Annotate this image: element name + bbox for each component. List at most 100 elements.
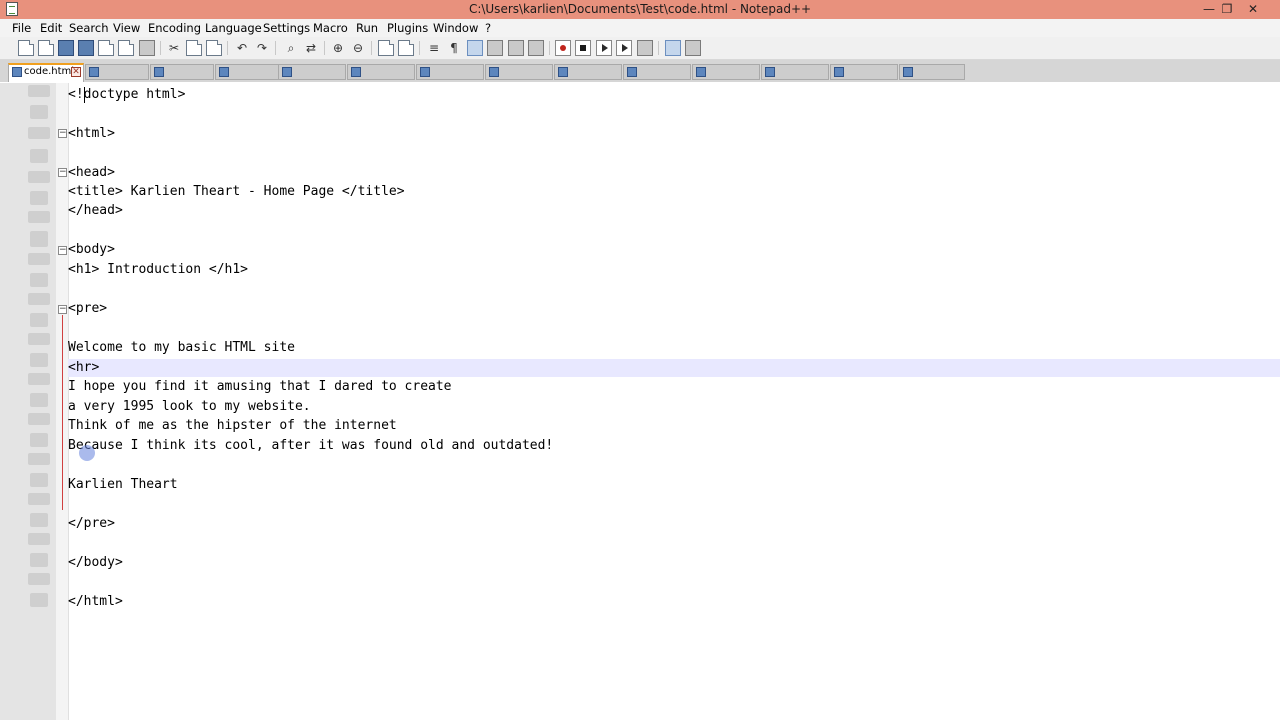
- file-icon: [154, 67, 164, 77]
- toolbar-separator: [324, 41, 325, 55]
- tab-bar: code.html ✕: [0, 60, 1280, 82]
- macro-play-icon[interactable]: [596, 40, 612, 56]
- menu-edit[interactable]: Edit: [40, 21, 62, 35]
- macro-stop-icon[interactable]: [575, 40, 591, 56]
- code-line-25[interactable]: </body>: [68, 553, 123, 572]
- word-wrap-icon[interactable]: ≡: [426, 40, 442, 56]
- code-line-5[interactable]: <head>: [68, 163, 115, 182]
- tab-inactive[interactable]: [899, 64, 965, 80]
- tab-inactive[interactable]: [85, 64, 149, 80]
- tab-inactive[interactable]: [278, 64, 346, 80]
- macro-save-icon[interactable]: [637, 40, 653, 56]
- editor-area[interactable]: − − − − <!doctype html> <html> <head> <t…: [0, 83, 1280, 720]
- cut-icon[interactable]: ✂: [166, 40, 182, 56]
- code-line-16[interactable]: I hope you find it amusing that I dared …: [68, 377, 452, 396]
- spell-check-icon[interactable]: [665, 40, 681, 56]
- code-line-9[interactable]: <body>: [68, 240, 115, 259]
- indent-guide-icon[interactable]: [467, 40, 483, 56]
- toolbar-separator: [275, 41, 276, 55]
- close-window-button[interactable]: ✕: [1240, 1, 1266, 17]
- code-line-15[interactable]: <hr>: [68, 358, 99, 377]
- toolbar-separator: [419, 41, 420, 55]
- macro-run-multiple-icon[interactable]: [616, 40, 632, 56]
- replace-icon[interactable]: ⇄: [303, 40, 319, 56]
- print-icon[interactable]: [139, 40, 155, 56]
- copy-icon[interactable]: [186, 40, 202, 56]
- menu-run[interactable]: Run: [356, 21, 378, 35]
- code-line-12[interactable]: <pre>: [68, 299, 107, 318]
- file-icon: [558, 67, 568, 77]
- fold-toggle-pre[interactable]: −: [58, 305, 67, 314]
- menu-file[interactable]: File: [12, 21, 31, 35]
- tab-close-icon[interactable]: ✕: [71, 67, 81, 77]
- paste-icon[interactable]: [206, 40, 222, 56]
- sync-vertical-icon[interactable]: [378, 40, 394, 56]
- code-line-21[interactable]: Karlien Theart: [68, 475, 178, 494]
- menu-view[interactable]: View: [113, 21, 140, 35]
- file-icon: [627, 67, 637, 77]
- code-line-18[interactable]: Think of me as the hipster of the intern…: [68, 416, 397, 435]
- menu-encoding[interactable]: Encoding: [148, 21, 201, 35]
- code-line-6[interactable]: <title> Karlien Theart - Home Page </tit…: [68, 182, 405, 201]
- code-line-7[interactable]: </head>: [68, 201, 123, 220]
- tab-inactive[interactable]: [215, 64, 279, 80]
- file-icon: [282, 67, 292, 77]
- zoom-out-icon[interactable]: ⊖: [350, 40, 366, 56]
- menu-plugins[interactable]: Plugins: [387, 21, 428, 35]
- new-file-icon[interactable]: [18, 40, 34, 56]
- code-line-3[interactable]: <html>: [68, 124, 115, 143]
- toolbar: ✂ ↶ ↷ ⌕ ⇄ ⊕ ⊖ ≡ ¶: [0, 37, 1280, 60]
- file-icon: [420, 67, 430, 77]
- code-line-10[interactable]: <h1> Introduction </h1>: [68, 260, 248, 279]
- toolbar-separator: [371, 41, 372, 55]
- find-icon[interactable]: ⌕: [283, 40, 299, 56]
- code-line-17[interactable]: a very 1995 look to my website.: [68, 397, 311, 416]
- folder-workspace-icon[interactable]: [528, 40, 544, 56]
- tab-inactive[interactable]: [830, 64, 898, 80]
- close-icon[interactable]: [98, 40, 114, 56]
- code-line-19[interactable]: Because I think its cool, after it was f…: [68, 436, 553, 455]
- zoom-in-icon[interactable]: ⊕: [330, 40, 346, 56]
- menu-window[interactable]: Window: [433, 21, 478, 35]
- tab-inactive[interactable]: [761, 64, 829, 80]
- code-line-23[interactable]: </pre>: [68, 514, 115, 533]
- code-line-1[interactable]: <!doctype html>: [68, 85, 185, 104]
- tab-inactive[interactable]: [554, 64, 622, 80]
- file-icon: [351, 67, 361, 77]
- tab-inactive[interactable]: [347, 64, 415, 80]
- code-line-27[interactable]: </html>: [68, 592, 123, 611]
- maximize-button[interactable]: ❐: [1214, 1, 1240, 17]
- toolbar-separator: [227, 41, 228, 55]
- line-number-margin: [0, 83, 56, 720]
- tab-inactive[interactable]: [416, 64, 484, 80]
- code-line-14[interactable]: Welcome to my basic HTML site: [68, 338, 295, 357]
- fold-toggle-body[interactable]: −: [58, 246, 67, 255]
- sync-horizontal-icon[interactable]: [398, 40, 414, 56]
- macro-record-icon[interactable]: [555, 40, 571, 56]
- close-all-icon[interactable]: [118, 40, 134, 56]
- window-title: C:\Users\karlien\Documents\Test\code.htm…: [468, 2, 812, 16]
- save-icon[interactable]: [58, 40, 74, 56]
- tab-code-html[interactable]: code.html ✕: [8, 63, 84, 82]
- undo-icon[interactable]: ↶: [234, 40, 250, 56]
- redo-icon[interactable]: ↷: [254, 40, 270, 56]
- menu-settings[interactable]: Settings: [263, 21, 310, 35]
- code-text-area[interactable]: <!doctype html> <html> <head> <title> Ka…: [68, 83, 1280, 720]
- menu-macro[interactable]: Macro: [313, 21, 348, 35]
- menu-help[interactable]: ?: [485, 21, 491, 35]
- tab-inactive[interactable]: [692, 64, 760, 80]
- tab-inactive[interactable]: [150, 64, 214, 80]
- mouse-cursor-highlight: [79, 445, 95, 461]
- fold-toggle-head[interactable]: −: [58, 168, 67, 177]
- open-file-icon[interactable]: [38, 40, 54, 56]
- show-all-chars-icon[interactable]: ¶: [446, 40, 462, 56]
- fold-toggle-html[interactable]: −: [58, 129, 67, 138]
- menu-language[interactable]: Language: [205, 21, 262, 35]
- function-list-icon[interactable]: [508, 40, 524, 56]
- tab-inactive[interactable]: [485, 64, 553, 80]
- tab-inactive[interactable]: [623, 64, 691, 80]
- hex-icon[interactable]: [685, 40, 701, 56]
- menu-search[interactable]: Search: [69, 21, 109, 35]
- save-all-icon[interactable]: [78, 40, 94, 56]
- doc-map-icon[interactable]: [487, 40, 503, 56]
